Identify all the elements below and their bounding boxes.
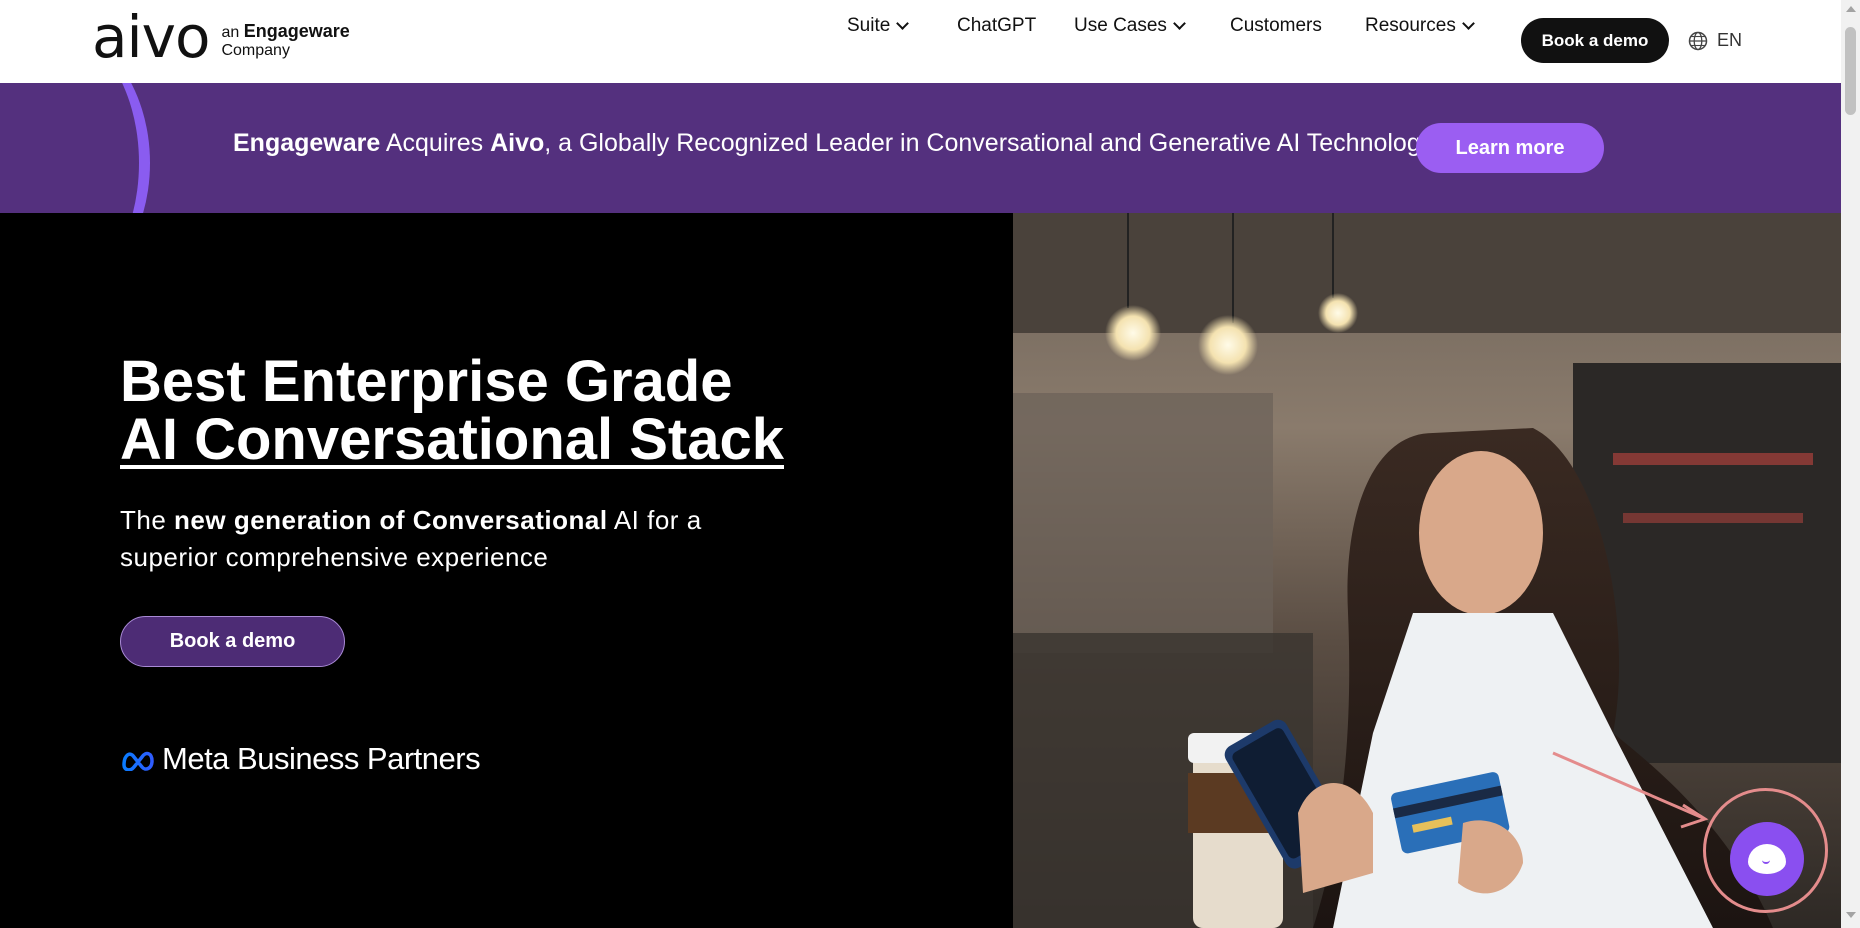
chat-launcher-button[interactable] (1730, 822, 1804, 896)
logo-wordmark: aivo (92, 3, 210, 71)
learn-more-button[interactable]: Learn more (1416, 123, 1604, 173)
hero-section: Best Enterprise Grade AI Conversational … (0, 213, 1013, 928)
announcement-text: Engageware Acquires Aivo, a Globally Rec… (233, 129, 1434, 157)
globe-icon (1688, 31, 1708, 50)
logo-tagline: an Engageware Company (221, 21, 350, 59)
nav-suite[interactable]: Suite (847, 15, 910, 37)
meta-business-partners-badge: Meta Business Partners (120, 741, 481, 777)
chevron-down-icon (896, 17, 910, 30)
nav-customers[interactable]: Customers (1230, 15, 1322, 37)
page-scrollbar[interactable] (1841, 0, 1860, 928)
nav-resources[interactable]: Resources (1365, 15, 1495, 37)
scroll-down-arrow-icon[interactable] (1846, 912, 1856, 918)
chevron-down-icon (1461, 17, 1475, 30)
meta-logo-icon (122, 751, 154, 771)
aivo-logo[interactable]: aivo an Engageware Company (92, 3, 350, 71)
chat-bubble-icon (1748, 844, 1786, 874)
book-demo-header-button[interactable]: Book a demo (1521, 18, 1669, 63)
nav-use-cases[interactable]: Use Cases (1074, 15, 1204, 37)
scrollbar-thumb[interactable] (1845, 27, 1856, 115)
chevron-down-icon (1173, 17, 1186, 30)
language-label: EN (1717, 30, 1743, 50)
decorative-arc (0, 83, 150, 213)
hero-title-line1: Best Enterprise Grade (120, 349, 733, 414)
hero-title: Best Enterprise Grade AI Conversational … (120, 353, 784, 469)
hero-title-line2: AI Conversational Stack (120, 407, 784, 472)
nav-chatgpt[interactable]: ChatGPT (957, 15, 1036, 37)
book-demo-hero-button[interactable]: Book a demo (120, 616, 345, 667)
partner-label: Meta Business Partners (162, 741, 481, 776)
scroll-up-arrow-icon[interactable] (1846, 6, 1856, 12)
site-header: aivo an Engageware Company Suite ChatGPT… (0, 0, 1841, 83)
announcement-banner: Engageware Acquires Aivo, a Globally Rec… (0, 83, 1841, 213)
hero-subtitle: The new generation of Conversational AI … (120, 505, 702, 572)
language-selector[interactable]: EN (1688, 30, 1742, 51)
